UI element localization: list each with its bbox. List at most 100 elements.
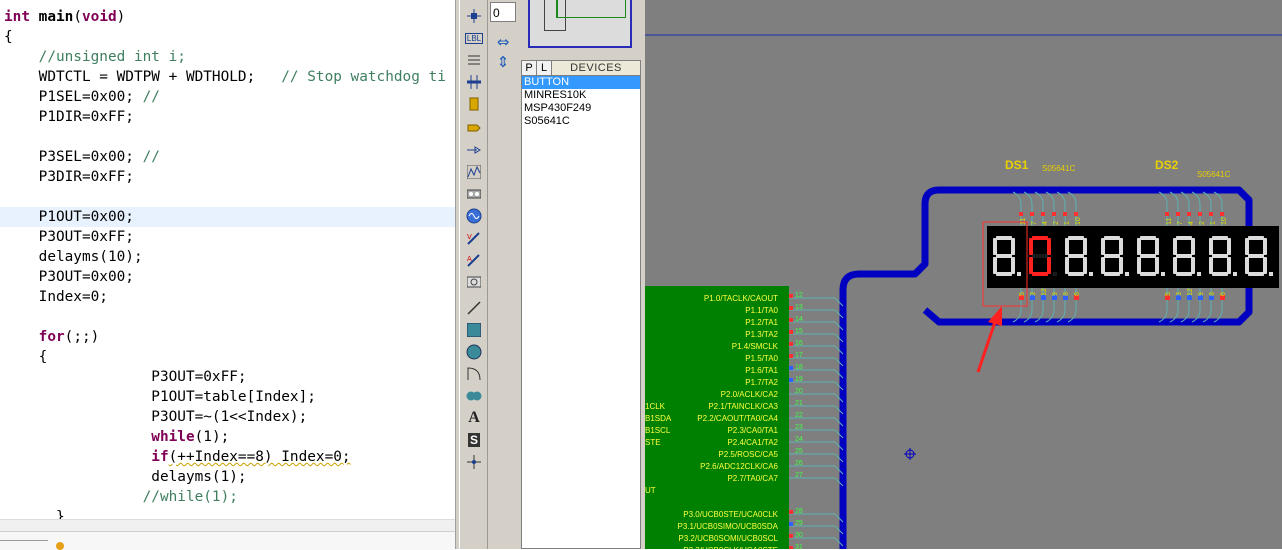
code-line[interactable]: delayms(1); <box>4 467 247 487</box>
segment-a <box>1032 236 1048 240</box>
display-pin-number: 5 <box>1019 292 1026 296</box>
line-icon[interactable] <box>464 298 484 318</box>
device-list-item[interactable]: BUTTON <box>522 76 640 89</box>
generator-icon[interactable] <box>464 206 484 226</box>
segment-g <box>1212 254 1228 258</box>
circle-icon[interactable] <box>464 342 484 362</box>
overview-window[interactable] <box>528 0 632 48</box>
virtual-instrument-icon[interactable] <box>464 272 484 292</box>
code-line[interactable]: P1OUT=table[Index]; <box>4 387 316 407</box>
device-list[interactable]: BUTTON MINRES10K MSP430F249 S05641C <box>521 76 641 549</box>
label-mode-icon[interactable]: LBL <box>464 28 484 48</box>
code-token: P1OUT=table[Index]; <box>4 389 316 405</box>
code-token: ) <box>116 9 126 25</box>
code-token: main <box>38 9 74 25</box>
symbol-icon[interactable]: S <box>464 430 484 450</box>
segment-d <box>1140 272 1156 276</box>
display-pin-number: 11 <box>1166 218 1173 225</box>
segment-d <box>1248 272 1264 276</box>
code-line[interactable]: Index=0; <box>4 287 108 307</box>
mcu-pin-number: 16 <box>795 340 803 347</box>
code-line[interactable]: P3OUT=0x00; <box>4 267 134 287</box>
voltage-probe-icon[interactable]: V <box>464 228 484 248</box>
code-token: { <box>4 29 13 45</box>
ds1-part: S05641C <box>1042 164 1076 173</box>
mcu-pin-label: P1.4/SMCLK <box>732 342 779 351</box>
pin-state-marker <box>1030 212 1034 216</box>
code-line[interactable]: P1SEL=0x00; // <box>4 87 160 107</box>
device-list-item[interactable]: MSP430F249 <box>522 102 640 115</box>
code-line[interactable]: P3OUT=~(1<<Index); <box>4 407 307 427</box>
code-token: P3SEL=0x00; <box>4 149 143 165</box>
code-line[interactable]: if(++Index==8) Index=0; <box>4 447 350 467</box>
code-editor[interactable]: int main(void) { //unsigned int i; WDTCTL… <box>0 0 455 519</box>
device-list-item[interactable]: MINRES10K <box>522 89 640 102</box>
flip-vertical-icon[interactable]: ⇕ <box>494 54 512 70</box>
code-token: // <box>142 89 160 105</box>
code-line[interactable]: P3OUT=0xFF; <box>4 227 134 247</box>
code-line[interactable]: int main(void) <box>4 7 125 27</box>
marker-icon[interactable] <box>464 452 484 472</box>
svg-text:A: A <box>467 255 472 263</box>
subcircuit-icon[interactable] <box>464 94 484 114</box>
graph-icon[interactable] <box>464 162 484 182</box>
display-pin-number: 3 <box>1030 292 1037 296</box>
code-line[interactable]: } <box>4 507 65 519</box>
mcu-pin-number: 22 <box>795 412 803 419</box>
segment-b <box>1155 238 1159 255</box>
flip-horizontal-icon[interactable]: ⇔ <box>494 34 512 50</box>
decimal-point <box>1233 272 1237 276</box>
device-list-item[interactable]: S05641C <box>522 115 640 128</box>
arc-icon[interactable] <box>464 364 484 384</box>
code-line[interactable]: P1DIR=0xFF; <box>4 107 134 127</box>
bus-mode-icon[interactable] <box>464 72 484 92</box>
proteus-tool-strip: LBL V A A S <box>460 0 488 549</box>
rotation-input[interactable]: 0 <box>490 2 516 22</box>
code-token: P3DIR=0xFF; <box>4 169 134 185</box>
code-line[interactable]: delayms(10); <box>4 247 143 267</box>
display-pin-number: 12 <box>1041 288 1048 296</box>
code-line[interactable]: //unsigned int i; <box>4 47 186 67</box>
display-pin-lead <box>1180 191 1190 226</box>
library-manager-button[interactable]: L <box>537 61 552 75</box>
component-mode-icon[interactable] <box>464 6 484 26</box>
pick-devices-button[interactable]: P <box>522 61 537 75</box>
code-token: P3OUT=~(1<<Index); <box>4 409 308 425</box>
box-icon[interactable] <box>464 320 484 340</box>
code-token: delayms(1); <box>4 469 247 485</box>
path-icon[interactable] <box>464 386 484 406</box>
code-line[interactable]: WDTCTL = WDTPW + WDTHOLD; // Stop watchd… <box>4 67 446 87</box>
devices-header: P L DEVICES <box>521 60 641 76</box>
terminal-icon[interactable] <box>464 118 484 138</box>
mcu-pin-number: 13 <box>795 304 803 311</box>
code-line[interactable]: { <box>4 27 13 47</box>
mcu-pin-number: 30 <box>795 532 803 539</box>
code-line[interactable]: for(;;) <box>4 327 100 347</box>
device-pin-icon[interactable] <box>464 140 484 160</box>
current-probe-icon[interactable]: A <box>464 250 484 270</box>
pin-state-marker <box>1063 212 1067 216</box>
segment-d <box>1104 272 1120 276</box>
pin-state-marker <box>1052 212 1056 216</box>
code-line[interactable]: { <box>4 347 48 367</box>
segment-d <box>996 272 1012 276</box>
code-line[interactable]: while(1); <box>4 427 229 447</box>
schematic-canvas[interactable]: DS1 S05641C DS2 S05641C 11 5 7 3 4 12 2 9 1 8 10 6 1… <box>645 0 1282 549</box>
text-icon[interactable]: A <box>464 408 484 428</box>
display-pin-number: 11 <box>1020 218 1027 225</box>
code-line[interactable]: P1OUT=0x00; <box>0 207 455 227</box>
decimal-point <box>1053 272 1057 276</box>
segment-c <box>1119 257 1123 274</box>
code-line[interactable]: P3DIR=0xFF; <box>4 167 134 187</box>
code-line[interactable]: //while(1); <box>4 487 238 507</box>
code-line[interactable]: P3OUT=0xFF; <box>4 367 246 387</box>
display-pin-lead <box>1191 191 1201 226</box>
display-pin-number: 6 <box>1220 292 1227 296</box>
segment-a <box>1212 236 1228 240</box>
text-script-icon[interactable] <box>464 50 484 70</box>
code-line[interactable]: P3SEL=0x00; // <box>4 147 160 167</box>
tape-recorder-icon[interactable] <box>464 184 484 204</box>
